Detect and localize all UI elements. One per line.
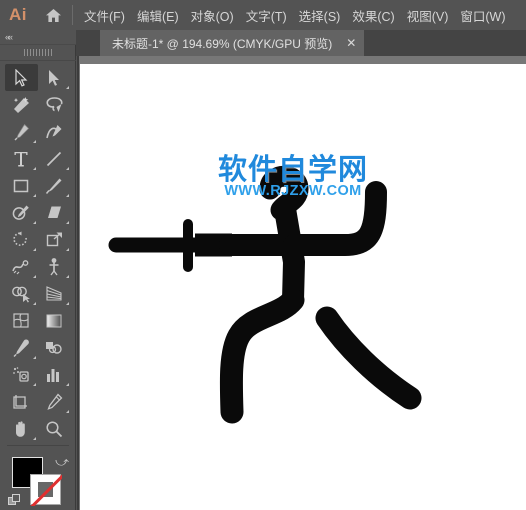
none-slash-icon [29, 473, 62, 506]
slice-tool[interactable] [38, 388, 71, 415]
home-icon[interactable] [36, 0, 70, 30]
type-tool[interactable] [5, 145, 38, 172]
canvas-scroll-area[interactable]: 软件自学网 WWW.RJZXW.COM [77, 56, 526, 510]
shape-builder-tool[interactable] [5, 280, 38, 307]
flyout-indicator-icon [32, 167, 36, 170]
selection-tool[interactable] [4, 64, 38, 91]
document-tab[interactable]: 未标题-1* @ 194.69% (CMYK/GPU 预览) ✕ [100, 30, 365, 56]
document-tab-bar: 未标题-1* @ 194.69% (CMYK/GPU 预览) ✕ [76, 30, 526, 56]
fill-stroke-control: ⤻ [0, 453, 76, 510]
curvature-tool[interactable] [38, 118, 71, 145]
flyout-indicator-icon [32, 194, 36, 197]
flyout-indicator-icon [32, 383, 36, 386]
menu-divider [72, 5, 73, 25]
flyout-indicator-icon [65, 194, 69, 197]
document-tab-title: 未标题-1* @ 194.69% (CMYK/GPU 预览) [112, 36, 333, 51]
width-warp-tool[interactable] [5, 253, 38, 280]
flyout-indicator-icon [65, 86, 69, 89]
menu-object[interactable]: 对象(O) [185, 2, 240, 29]
flyout-indicator-icon [32, 221, 36, 224]
panel-collapse-button[interactable]: «« [0, 30, 76, 45]
menu-window[interactable]: 窗口(W) [454, 2, 511, 29]
flyout-indicator-icon [32, 356, 36, 359]
panel-drag-handle[interactable] [0, 45, 76, 61]
flyout-indicator-icon [32, 248, 36, 251]
flyout-indicator-icon [65, 410, 69, 413]
zoom-tool[interactable] [38, 415, 71, 442]
flyout-indicator-icon [32, 437, 36, 440]
magic-wand-tool[interactable] [5, 91, 38, 118]
flyout-indicator-icon [65, 221, 69, 224]
eraser-tool[interactable] [38, 199, 71, 226]
gradient-tool[interactable] [38, 307, 71, 334]
rotate-tool[interactable] [5, 226, 38, 253]
app-logo: Ai [9, 5, 27, 24]
scale-tool[interactable] [38, 226, 71, 253]
flyout-indicator-icon [65, 167, 69, 170]
lasso-tool[interactable] [38, 91, 71, 118]
rectangle-tool[interactable] [5, 172, 38, 199]
tool-grid [0, 61, 75, 449]
fencer-stick-figure[interactable] [80, 64, 526, 510]
flyout-indicator-icon [32, 140, 36, 143]
flyout-indicator-icon [32, 302, 36, 305]
menu-view[interactable]: 视图(V) [401, 2, 455, 29]
menu-file[interactable]: 文件(F) [78, 2, 131, 29]
menu-type[interactable]: 文字(T) [240, 2, 293, 29]
tools-panel: «« ⤻ [0, 30, 76, 510]
direct-selection-tool[interactable] [38, 64, 71, 91]
mesh-tool[interactable] [5, 307, 38, 334]
artboard[interactable]: 软件自学网 WWW.RJZXW.COM [80, 64, 526, 510]
double-chevron-left-icon: «« [5, 32, 13, 42]
close-icon[interactable]: ✕ [346, 37, 356, 49]
blend-tool[interactable] [38, 334, 71, 361]
menu-select[interactable]: 选择(S) [293, 2, 347, 29]
column-graph-tool[interactable] [38, 361, 71, 388]
free-transform-tool[interactable] [38, 253, 71, 280]
grip-dots-icon [24, 49, 52, 56]
perspective-grid-tool[interactable] [38, 280, 71, 307]
shaper-pencil-tool[interactable] [5, 199, 38, 226]
paintbrush-tool[interactable] [38, 172, 71, 199]
eyedropper-tool[interactable] [5, 334, 38, 361]
flyout-indicator-icon [65, 383, 69, 386]
line-segment-tool[interactable] [38, 145, 71, 172]
stroke-swatch[interactable] [30, 474, 61, 505]
pen-tool[interactable] [5, 118, 38, 145]
menu-edit[interactable]: 编辑(E) [131, 2, 185, 29]
menu-effect[interactable]: 效果(C) [346, 2, 400, 29]
flyout-indicator-icon [65, 302, 69, 305]
menu-bar: Ai 文件(F) 编辑(E) 对象(O) 文字(T) 选择(S) 效果(C) 视… [0, 0, 526, 30]
flyout-indicator-icon [32, 275, 36, 278]
illustrator-window: Ai 文件(F) 编辑(E) 对象(O) 文字(T) 选择(S) 效果(C) 视… [0, 0, 526, 510]
default-fill-stroke-icon[interactable] [8, 494, 21, 507]
hand-tool[interactable] [5, 415, 38, 442]
artboard-tool[interactable] [5, 388, 38, 415]
flyout-indicator-icon [65, 275, 69, 278]
flyout-indicator-icon [65, 248, 69, 251]
symbol-sprayer-tool[interactable] [5, 361, 38, 388]
toolbar-divider [6, 445, 69, 446]
swap-fill-stroke-icon[interactable]: ⤻ [55, 455, 69, 468]
